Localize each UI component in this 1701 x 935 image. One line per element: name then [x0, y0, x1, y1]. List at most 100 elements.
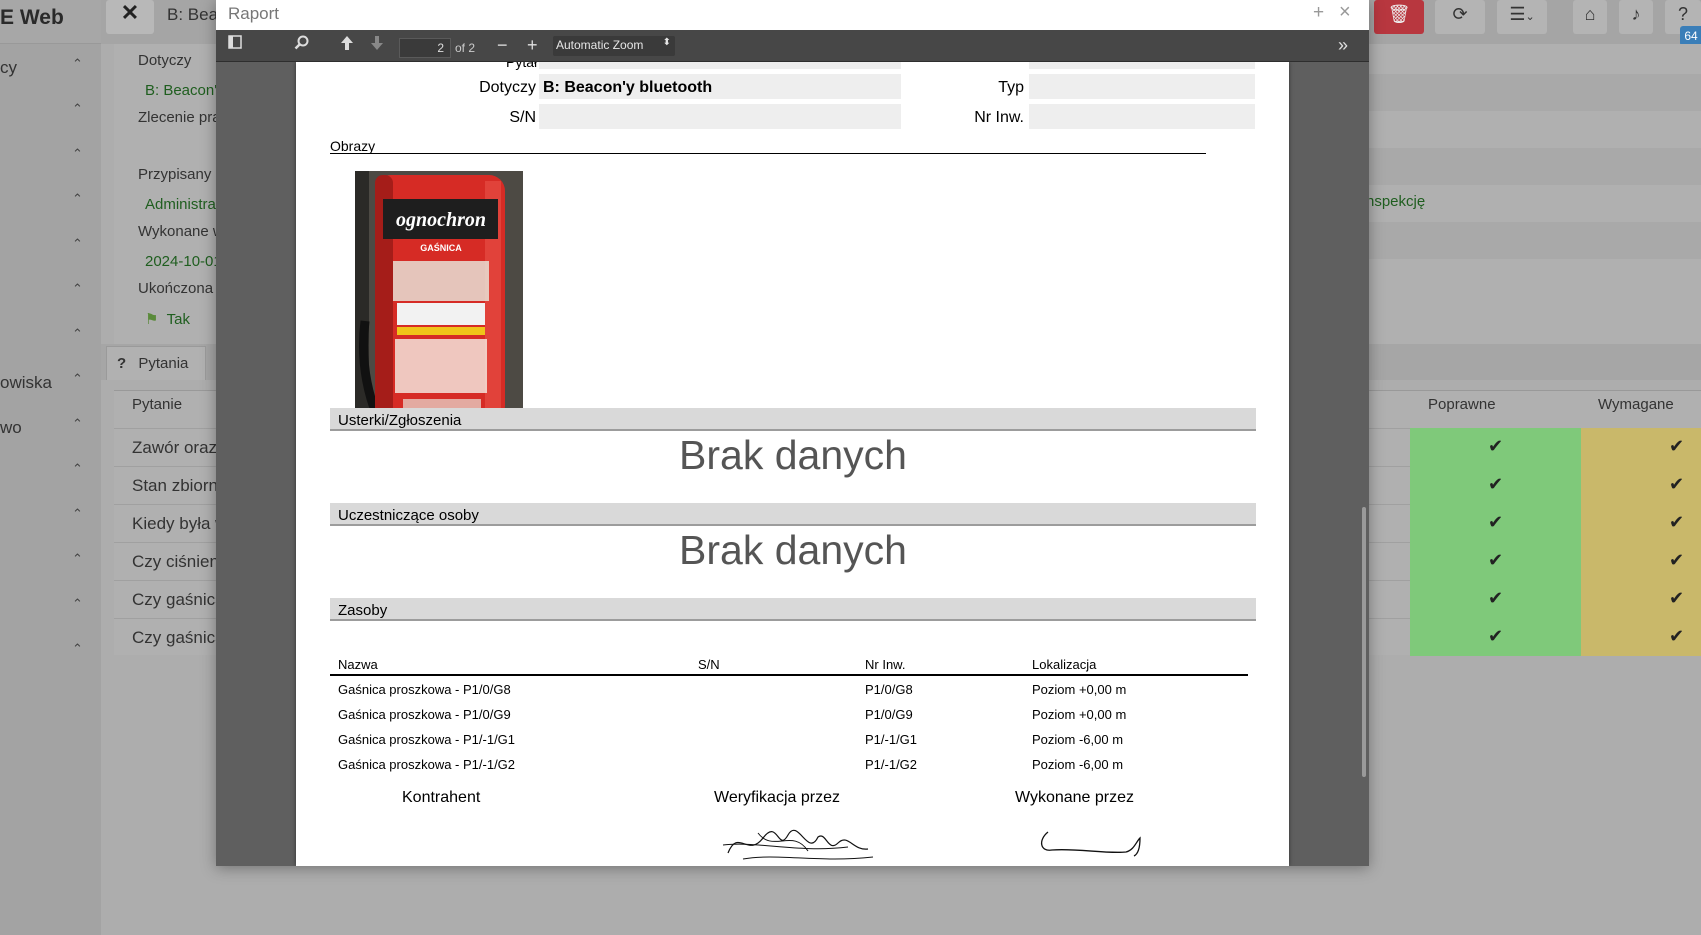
required-cell: ✔ [1581, 504, 1701, 542]
section-participants: Uczestniczące osoby [330, 503, 1256, 526]
details-stripe [1367, 222, 1701, 259]
tools-menu-icon[interactable]: » [1338, 35, 1348, 55]
participants-no-data: Brak danych [679, 527, 907, 573]
sidebar-item[interactable]: ⌃ [0, 323, 101, 353]
chevron-up-icon: ⌃ [72, 506, 83, 521]
field-label-ukonczona: Ukończona [138, 280, 214, 297]
close-tab-button[interactable]: ✕ [106, 0, 154, 34]
bell-icon: ♪ [1631, 4, 1641, 24]
field-label-dotyczy: Dotyczy [138, 52, 192, 69]
sidebar-item[interactable]: cy ⌃ [0, 53, 101, 83]
question-text: Kiedy była w [132, 514, 228, 533]
section-resources-title: Zasoby [338, 602, 388, 619]
pdf-scrollbar[interactable] [1362, 507, 1366, 777]
sidebar-item[interactable]: ⌃ [0, 188, 101, 218]
sidebar-item[interactable]: ⌃ [0, 458, 101, 488]
sidebar-toggle-icon[interactable] [228, 35, 242, 55]
check-icon: ✔ [1488, 436, 1504, 456]
resource-location: Poziom +0,00 m [1032, 682, 1127, 697]
question-text: Zawór oraz [132, 438, 218, 457]
previous-page-icon[interactable] [340, 35, 354, 57]
signature-contractor-label: Kontrahent [402, 789, 481, 806]
resources-header-sn: S/N [698, 657, 720, 672]
field-value-ukonczona: ⚑ Tak [145, 310, 190, 328]
delete-button[interactable]: 🗑 [1374, 0, 1424, 34]
zoom-out-icon[interactable]: − [497, 35, 508, 55]
field-label-wykonane: Wykonane w [138, 223, 224, 240]
report-modal: Raport + × 2 of 2 − + Automatic Zoom ⬍ »… [216, 0, 1369, 866]
sidebar-item[interactable]: ⌃ [0, 638, 101, 668]
page-count: of 2 [455, 41, 476, 55]
pdf-viewer-area[interactable]: Pytał Dotyczy B: Beacon'y bluetooth Typ … [216, 62, 1369, 866]
resource-nrinw: P1/0/G9 [865, 707, 913, 722]
sidebar-item[interactable]: ⌃ [0, 593, 101, 623]
menu-button[interactable]: ☰⌄ [1497, 0, 1547, 34]
correct-cell: ✔ [1410, 618, 1581, 656]
extinguisher-photo[interactable]: ognochron GAŚNICA [355, 171, 523, 422]
maximize-icon[interactable]: + [1313, 2, 1324, 24]
required-cell: ✔ [1581, 542, 1701, 580]
notifications-button[interactable]: ♪ [1619, 0, 1653, 34]
sidebar-item[interactable]: wo ⌃ [0, 413, 101, 443]
question-text: Stan zbiorn [132, 476, 218, 495]
column-header-correct[interactable]: Poprawne [1428, 396, 1496, 413]
chevron-up-icon: ⌃ [72, 551, 83, 566]
resource-location: Poziom +0,00 m [1032, 707, 1127, 722]
resource-name: Gaśnica proszkowa - P1/-1/G2 [338, 757, 516, 772]
check-icon: ✔ [1488, 550, 1504, 570]
app-brand: E Web [0, 0, 101, 44]
resource-location: Poziom -6,00 m [1032, 757, 1124, 772]
column-header-question[interactable]: Pytanie [132, 396, 182, 413]
faults-no-data: Brak danych [679, 432, 907, 478]
flag-icon: ⚑ [145, 311, 159, 328]
extinguisher-image: ognochron GAŚNICA [355, 171, 523, 422]
section-faults-title: Usterki/Zgłoszenia [338, 412, 462, 429]
resource-name: Gaśnica proszkowa - P1/0/G9 [338, 707, 511, 722]
search-icon[interactable] [294, 35, 309, 56]
sidebar-item[interactable]: ⌃ [0, 278, 101, 308]
section-participants-title: Uczestniczące osoby [338, 507, 479, 524]
sidebar-item[interactable]: owiska ⌃ [0, 368, 101, 398]
resource-location: Poziom -6,00 m [1032, 732, 1124, 747]
close-icon[interactable]: × [1339, 1, 1351, 24]
check-icon: ✔ [1488, 626, 1504, 646]
trash-icon: 🗑 [1387, 4, 1411, 24]
sidebar-item-label: wo [0, 418, 22, 437]
section-faults: Usterki/Zgłoszenia [330, 408, 1256, 431]
chevron-down-icon: ⌄ [1525, 11, 1535, 23]
field-value-dotyczy[interactable]: B: Beacon'y [145, 82, 225, 99]
section-resources: Zasoby [330, 598, 1256, 621]
ukonczona-text: Tak [166, 311, 190, 328]
sidebar-item[interactable]: ⌃ [0, 503, 101, 533]
question-text: Czy gaśnica [132, 628, 225, 647]
sidebar-item[interactable]: ⌃ [0, 143, 101, 173]
nrinw-box [1029, 104, 1255, 129]
resource-nrinw: P1/-1/G1 [865, 732, 918, 747]
dotyczy-label: Dotyczy [479, 79, 536, 96]
zoom-select[interactable]: Automatic Zoom ⬍ [553, 36, 675, 56]
extinguisher-word: GAŚNICA [420, 242, 462, 253]
correct-cell: ✔ [1410, 542, 1581, 580]
field-value-przypisany[interactable]: Administra [145, 196, 216, 213]
resources-header-location: Lokalizacja [1032, 657, 1097, 672]
zoom-in-icon[interactable]: + [527, 35, 538, 55]
details-stripe [1367, 148, 1701, 185]
page-number-input[interactable]: 2 [399, 38, 451, 58]
signature-performed-label: Wykonane przez [1015, 789, 1135, 806]
next-page-icon[interactable] [370, 35, 384, 57]
check-icon: ✔ [1488, 474, 1504, 494]
sidebar-item[interactable]: ⌃ [0, 233, 101, 263]
correct-cell: ✔ [1410, 504, 1581, 542]
home-button[interactable]: ⌂ [1573, 0, 1607, 34]
inspection-link[interactable]: nspekcję [1366, 193, 1425, 210]
zoom-select-value: Automatic Zoom [556, 38, 644, 52]
refresh-button[interactable]: ⟳ [1435, 0, 1485, 34]
sidebar-item[interactable]: ⌃ [0, 98, 101, 128]
chevron-updown-icon: ⬍ [662, 37, 671, 48]
sidebar-item[interactable]: ⌃ [0, 548, 101, 578]
column-header-required[interactable]: Wymagane [1598, 396, 1674, 413]
tab-questions[interactable]: ? Pytania [106, 346, 206, 380]
chevron-up-icon: ⌃ [72, 56, 83, 71]
home-icon: ⌂ [1584, 4, 1596, 24]
typ-label: Typ [998, 79, 1024, 96]
